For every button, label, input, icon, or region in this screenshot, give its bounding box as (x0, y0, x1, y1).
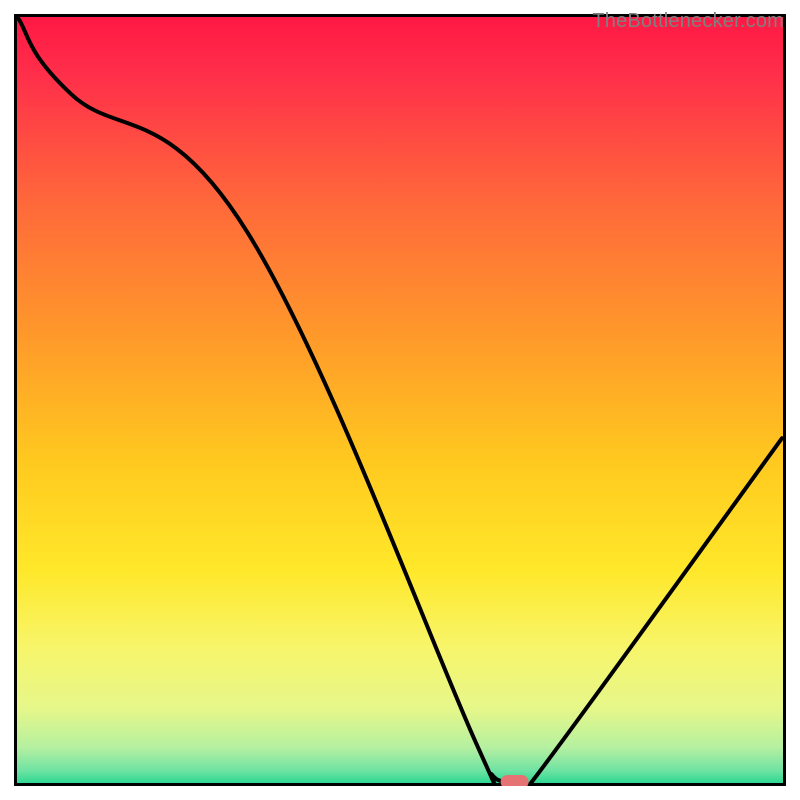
bottleneck-chart (14, 14, 786, 786)
attribution-label: TheBottlenecker.com (592, 10, 784, 33)
plot-area: TheBottlenecker.com (14, 14, 786, 786)
optimal-marker (501, 775, 529, 786)
gradient-background (14, 14, 786, 786)
chart-container: TheBottlenecker.com (0, 0, 800, 800)
